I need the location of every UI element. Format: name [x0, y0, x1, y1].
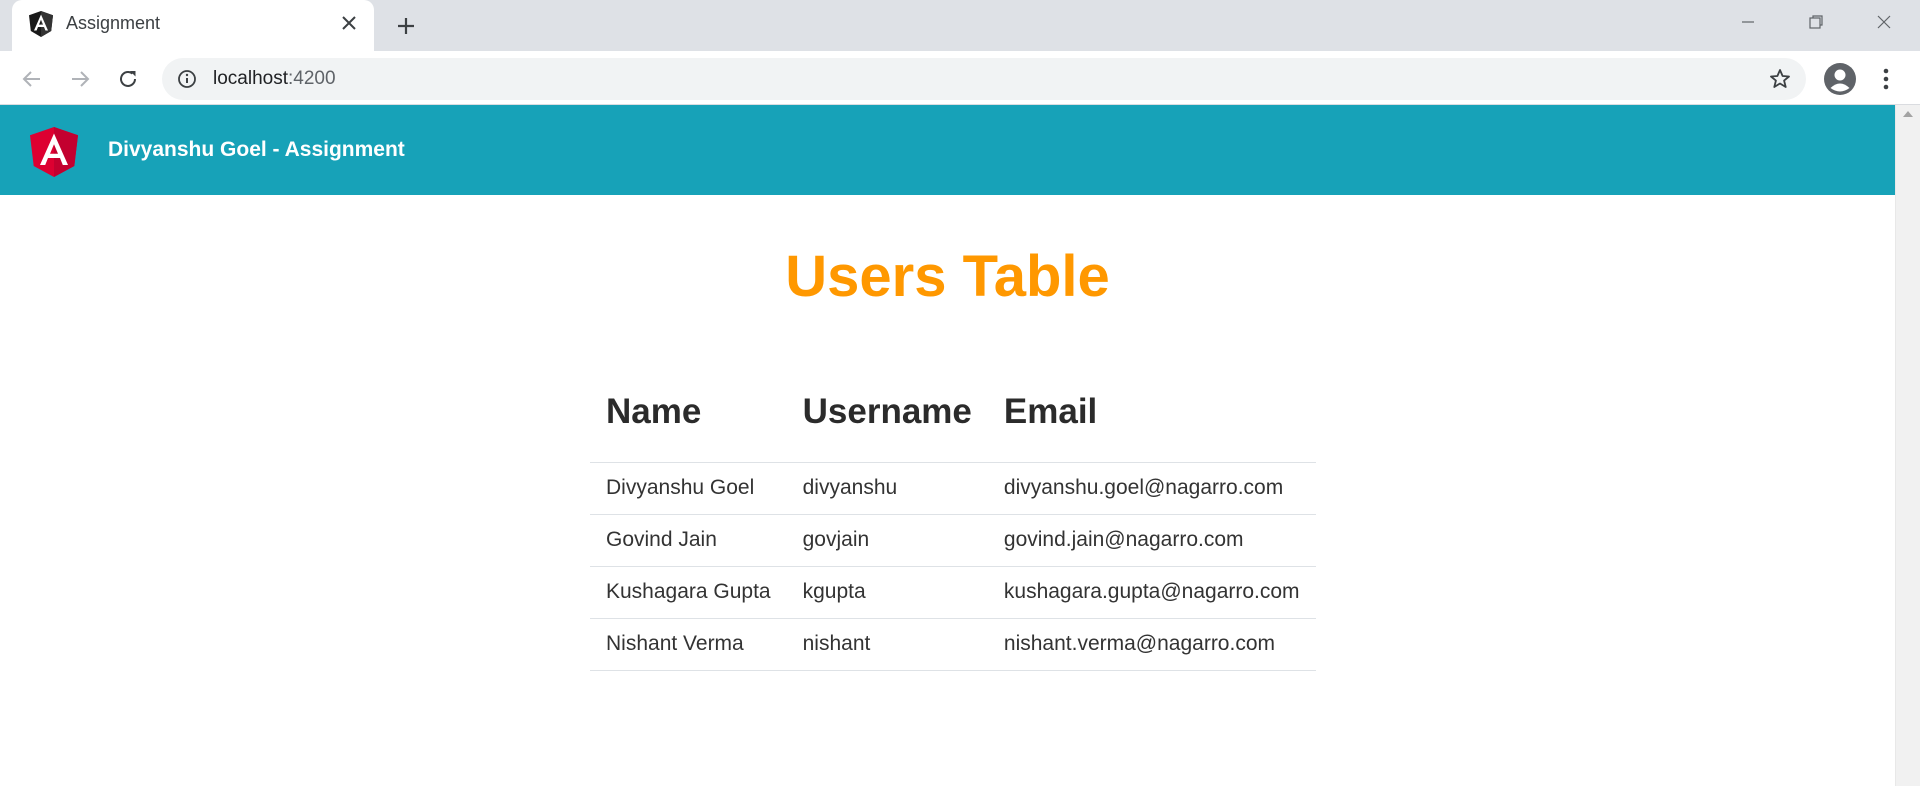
app-navbar: Divyanshu Goel - Assignment: [0, 105, 1895, 195]
table-header-row: Name Username Email: [590, 362, 1316, 463]
reload-icon[interactable]: [111, 62, 145, 96]
table-row: Kushagara Gupta kgupta kushagara.gupta@n…: [590, 566, 1316, 619]
cell-name: Nishant Verma: [590, 618, 787, 671]
cell-email: govind.jain@nagarro.com: [987, 514, 1316, 567]
cell-email: nishant.verma@nagarro.com: [987, 618, 1316, 671]
column-header-username: Username: [786, 362, 988, 463]
more-vert-icon[interactable]: [1870, 62, 1902, 96]
cell-name: Govind Jain: [590, 514, 787, 567]
browser-tab-active[interactable]: Assignment: [12, 0, 374, 51]
restore-icon[interactable]: [1788, 0, 1844, 44]
cell-username: divyanshu: [786, 462, 988, 515]
scroll-up-arrow-icon[interactable]: [1903, 111, 1913, 117]
cell-username: govjain: [786, 514, 988, 567]
cell-email: divyanshu.goel@nagarro.com: [987, 462, 1316, 515]
angular-favicon-icon: [29, 11, 53, 37]
table-row: Govind Jain govjain govind.jain@nagarro.…: [590, 514, 1316, 567]
cell-name: Divyanshu Goel: [590, 462, 787, 515]
tab-title: Assignment: [66, 13, 161, 33]
navbar-brand[interactable]: Divyanshu Goel - Assignment: [108, 138, 405, 162]
vertical-scrollbar[interactable]: [1895, 105, 1920, 786]
page-viewport: Divyanshu Goel - Assignment Users Table …: [0, 105, 1895, 786]
forward-arrow-icon[interactable]: [63, 62, 97, 96]
table-row: Divyanshu Goel divyanshu divyanshu.goel@…: [590, 462, 1316, 515]
cell-name: Kushagara Gupta: [590, 566, 787, 619]
cell-username: nishant: [786, 618, 988, 671]
table-row: Nishant Verma nishant nishant.verma@naga…: [590, 618, 1316, 671]
new-tab-plus-icon[interactable]: [390, 10, 422, 42]
address-bar[interactable]: localhost:4200: [162, 58, 1806, 100]
cell-username: kgupta: [786, 566, 988, 619]
column-header-email: Email: [987, 362, 1316, 463]
tab-close-icon[interactable]: [336, 10, 362, 36]
cell-email: kushagara.gupta@nagarro.com: [987, 566, 1316, 619]
angular-logo-icon[interactable]: [30, 127, 78, 177]
star-icon[interactable]: [1768, 67, 1792, 91]
profile-icon[interactable]: [1822, 61, 1858, 97]
browser-toolbar: localhost:4200: [0, 51, 1920, 105]
tab-strip: Assignment: [0, 0, 1920, 51]
url-text: localhost:4200: [213, 68, 336, 90]
info-icon[interactable]: [176, 68, 198, 90]
url-port: :4200: [288, 68, 336, 89]
back-arrow-icon[interactable]: [15, 62, 49, 96]
column-header-name: Name: [590, 362, 787, 463]
url-host: localhost: [213, 68, 288, 89]
minimize-icon[interactable]: [1720, 0, 1776, 44]
users-table: Name Username Email Divyanshu Goel divya…: [590, 362, 1316, 671]
window-close-icon[interactable]: [1856, 0, 1912, 44]
page-title: Users Table: [785, 244, 1110, 309]
